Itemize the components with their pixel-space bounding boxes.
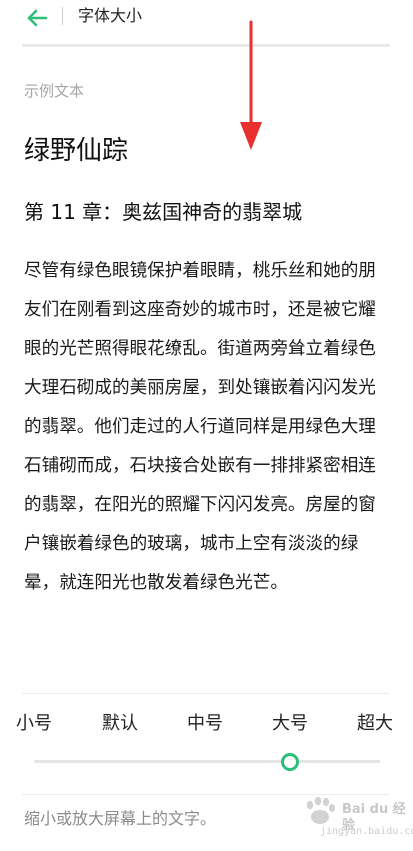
watermark-url: jingyan.baidu.com xyxy=(320,826,413,837)
sample-body-text: 尽管有绿色眼镜保护着眼睛，桃乐丝和她的朋友们在刚看到这座奇妙的城市时，还是被它耀… xyxy=(24,261,376,593)
font-size-option-medium[interactable]: 中号 xyxy=(187,710,223,738)
baidu-watermark: Bai du 经验 jingyan.baidu.com xyxy=(296,796,413,846)
hint-text: 缩小或放大屏幕上的文字。 xyxy=(24,809,217,828)
back-button[interactable] xyxy=(22,4,52,32)
slider-thumb[interactable] xyxy=(281,753,299,771)
watermark-brand: Bai du 经验 xyxy=(342,802,406,833)
font-size-option-small[interactable]: 小号 xyxy=(16,710,52,738)
sample-chapter-title: 第 11 章：奥兹国神奇的翡翠城 xyxy=(24,200,303,224)
font-size-option-extra-large[interactable]: 超大 xyxy=(357,710,393,738)
font-size-options: 小号 默认 中号 大号 超大 xyxy=(0,710,413,740)
sample-text-label: 示例文本 xyxy=(24,82,85,100)
header-divider-line xyxy=(22,44,390,47)
page-title: 字体大小 xyxy=(78,6,143,25)
paw-logo-icon xyxy=(306,796,335,824)
font-size-slider[interactable] xyxy=(34,753,380,771)
footer-divider xyxy=(22,794,390,795)
font-size-option-default[interactable]: 默认 xyxy=(102,710,138,738)
preview-divider xyxy=(22,693,390,694)
back-arrow-icon xyxy=(27,9,48,27)
font-size-option-large[interactable]: 大号 xyxy=(272,710,308,738)
top-bar: 字体大小 xyxy=(0,0,413,40)
header-divider xyxy=(62,7,63,25)
sample-book-title: 绿野仙踪 xyxy=(24,136,129,166)
